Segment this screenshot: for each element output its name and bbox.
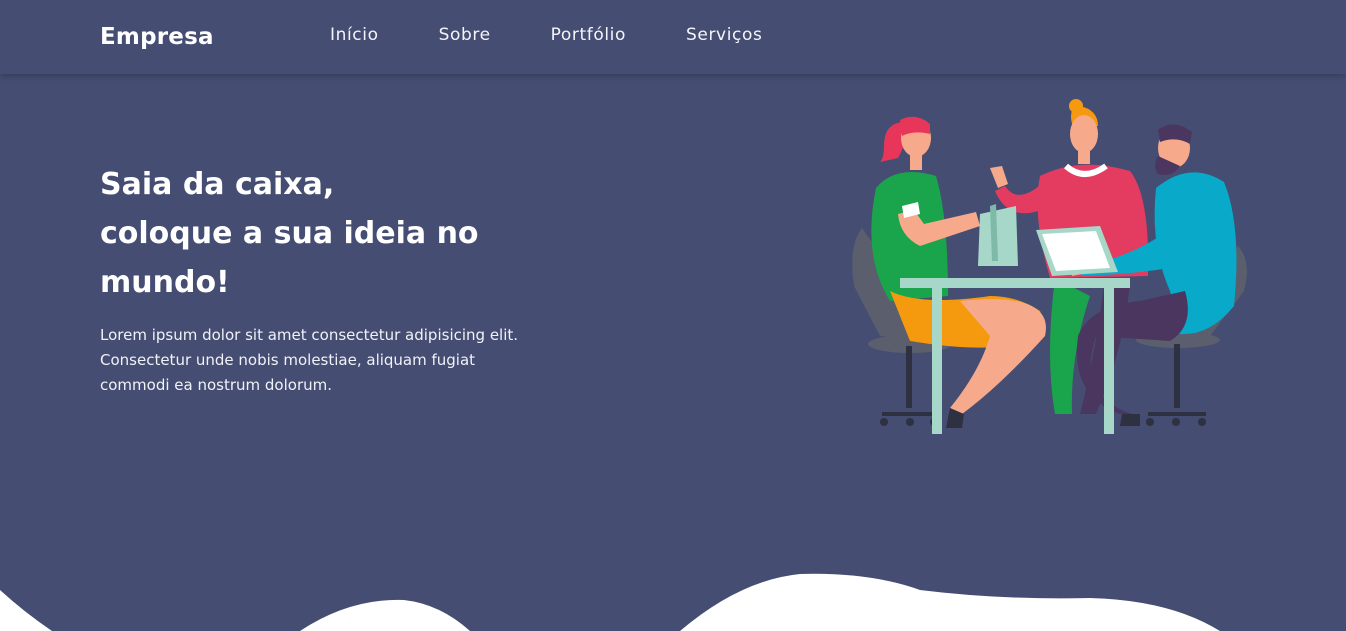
book-icon: [978, 204, 1018, 266]
hero-title-line-3: mundo!: [100, 265, 230, 300]
hero-wave-divider: [0, 573, 1220, 631]
nav-link-portfolio[interactable]: Portfólio: [551, 25, 626, 45]
nav-link-sobre[interactable]: Sobre: [439, 25, 491, 45]
team-meeting-illustration: [852, 99, 1247, 434]
hero-description: Lorem ipsum dolor sit amet consectetur a…: [100, 326, 519, 394]
nav-link-inicio[interactable]: Início: [330, 25, 379, 45]
hero-title: Saia da caixa, coloque a sua ideia no mu…: [100, 160, 520, 307]
hero-title-line-2: coloque a sua ideia no: [100, 216, 479, 251]
brand-logo[interactable]: Empresa: [100, 24, 214, 50]
nav-link-servicos[interactable]: Serviços: [686, 25, 762, 45]
person-left-icon: [871, 116, 1046, 428]
navbar: Empresa Início Sobre Portfólio Serviços: [0, 0, 1346, 74]
hero-title-line-1: Saia da caixa,: [100, 167, 335, 202]
nav-links: Início Sobre Portfólio Serviços: [330, 25, 822, 45]
